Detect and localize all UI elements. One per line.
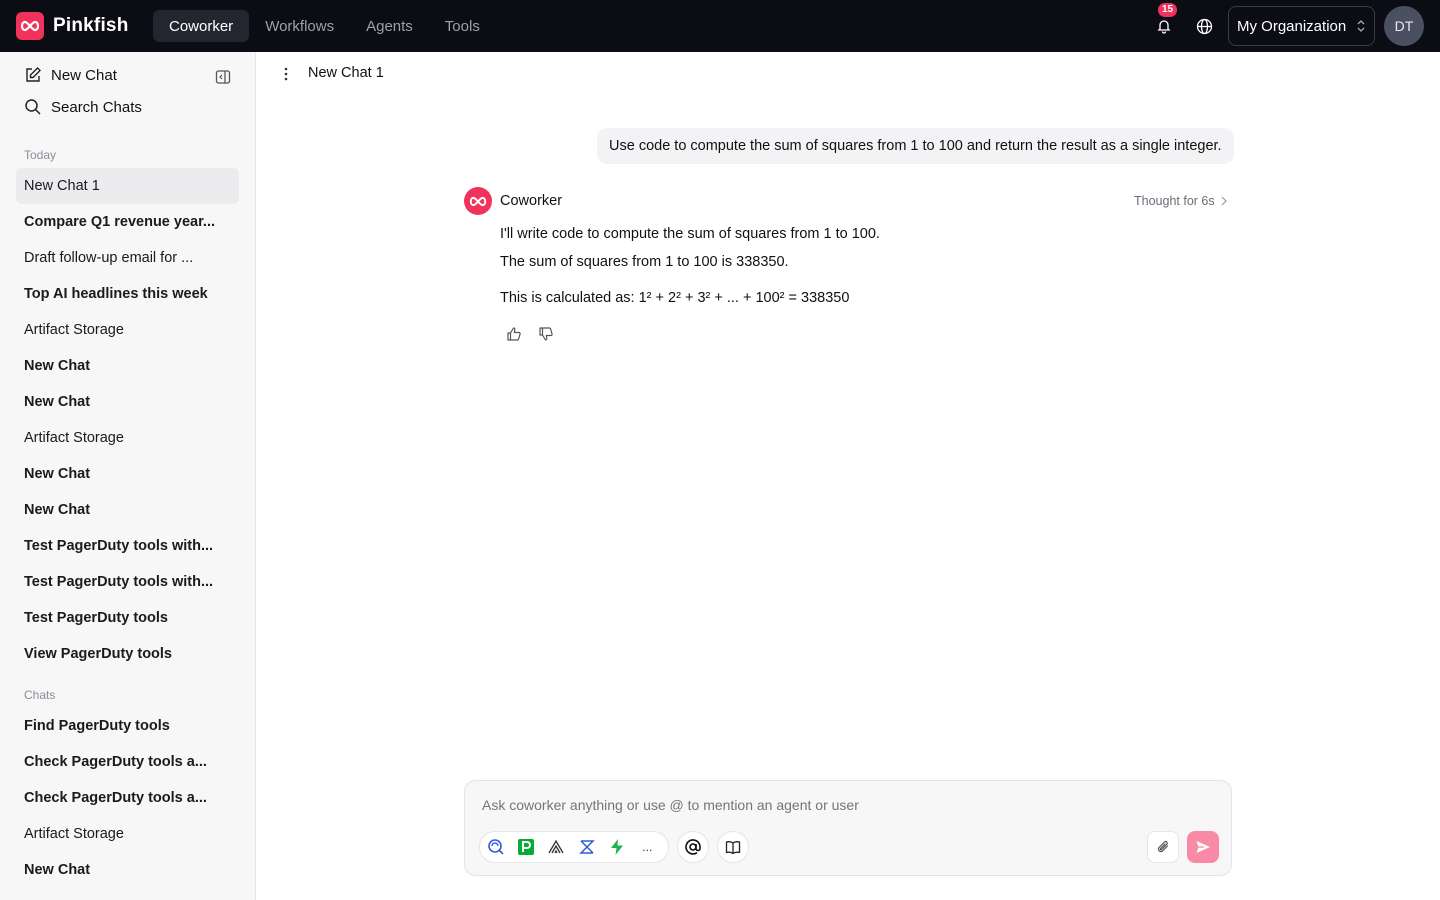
send-icon	[1196, 841, 1210, 853]
pagerduty-icon[interactable]	[516, 836, 535, 858]
new-chat-label: New Chat	[51, 66, 117, 84]
organization-selector[interactable]: My Organization	[1228, 6, 1375, 46]
language-button[interactable]	[1192, 14, 1216, 38]
search-chats-label: Search Chats	[51, 98, 142, 116]
mention-button[interactable]	[677, 831, 709, 863]
notification-count-badge: 15	[1158, 3, 1178, 17]
paperclip-icon	[1157, 840, 1169, 853]
send-button[interactable]	[1187, 831, 1219, 863]
sidebar-chat-item[interactable]: Draft follow-up email for ...	[16, 240, 239, 276]
chevron-right-icon	[1221, 196, 1227, 206]
coworker-avatar-icon	[464, 187, 492, 215]
new-chat-button[interactable]: New Chat	[24, 66, 117, 84]
sidebar-chat-item[interactable]: New Chat	[16, 348, 239, 384]
user-message: Use code to compute the sum of squares f…	[597, 128, 1234, 164]
assistant-message-line: This is calculated as: 1² + 2² + 3² + ..…	[500, 290, 850, 306]
book-icon	[725, 841, 741, 855]
notifications-button[interactable]: 15	[1152, 3, 1178, 38]
collapse-sidebar-button[interactable]	[214, 68, 232, 86]
top-nav-bar: Pinkfish Coworker Workflows Agents Tools…	[0, 0, 1440, 52]
sidebar-chat-item[interactable]: Find PagerDuty tools	[16, 708, 239, 744]
integration-tool-icon[interactable]	[577, 836, 596, 858]
sidebar-chat-item[interactable]: Artifact Storage	[16, 816, 239, 852]
chevron-up-down-icon	[1357, 20, 1365, 32]
tools-pill: ...	[479, 831, 669, 863]
sidebar-chat-item[interactable]: View PagerDuty tools	[16, 636, 239, 672]
globe-icon	[1196, 18, 1212, 34]
brand-name: Pinkfish	[53, 15, 129, 36]
thought-label: Thought for 6s	[1134, 194, 1215, 208]
thought-toggle[interactable]: Thought for 6s	[1134, 194, 1227, 208]
sidebar-chat-item[interactable]: Top AI headlines this week	[16, 276, 239, 312]
main-tabs: Coworker Workflows Agents Tools	[153, 10, 496, 42]
more-vertical-icon	[284, 67, 288, 81]
attach-file-button[interactable]	[1147, 831, 1179, 863]
sidebar-chat-item[interactable]: Compare Q1 revenue year...	[16, 204, 239, 240]
chats-section-label: Chats	[24, 688, 56, 702]
sidebar-chat-item[interactable]: New Chat	[16, 456, 239, 492]
organization-name: My Organization	[1237, 17, 1347, 35]
tab-agents[interactable]: Agents	[350, 10, 429, 42]
sidebar: New Chat Search Chats Today New Chat 1 Co…	[0, 52, 256, 900]
message-composer: ...	[464, 780, 1232, 876]
knowledge-button[interactable]	[717, 831, 749, 863]
sidebar-chat-item[interactable]: Artifact Storage	[16, 420, 239, 456]
sidebar-chat-item[interactable]: Test PagerDuty tools	[16, 600, 239, 636]
sidebar-chat-item[interactable]: Test PagerDuty tools with...	[16, 528, 239, 564]
lightning-icon[interactable]	[607, 836, 626, 858]
search-icon	[25, 99, 41, 115]
assistant-message-line: I'll write code to compute the sum of sq…	[500, 226, 880, 242]
sidebar-chat-item[interactable]: Check PagerDuty tools a...	[16, 780, 239, 816]
search-chats-button[interactable]: Search Chats	[24, 98, 142, 116]
sidebar-chat-item[interactable]: New Chat	[16, 492, 239, 528]
sidebar-chat-item[interactable]: Check PagerDuty tools a...	[16, 744, 239, 780]
chat-options-button[interactable]	[284, 66, 288, 82]
thumbs-up-icon	[507, 327, 521, 341]
at-sign-icon	[685, 839, 701, 855]
pinkfish-logo-icon	[16, 12, 44, 40]
sidebar-toggle-icon	[215, 70, 231, 84]
assistant-message-line: The sum of squares from 1 to 100 is 3383…	[500, 254, 789, 270]
today-section-label: Today	[24, 148, 57, 162]
thumbs-down-button[interactable]	[538, 326, 554, 342]
sidebar-chat-item[interactable]: New Chat 1	[16, 168, 239, 204]
assistant-name: Coworker	[500, 193, 563, 209]
bell-icon	[1157, 20, 1171, 34]
chat-title: New Chat 1	[308, 65, 384, 81]
thumbs-down-icon	[539, 327, 553, 341]
message-input[interactable]	[482, 797, 1182, 813]
sidebar-chat-item[interactable]: Test PagerDuty tools with...	[16, 564, 239, 600]
sidebar-chat-item[interactable]: New Chat	[16, 852, 239, 888]
sidebar-chat-item[interactable]: Artifact Storage	[16, 312, 239, 348]
user-avatar[interactable]: DT	[1384, 6, 1424, 46]
tab-workflows[interactable]: Workflows	[249, 10, 350, 42]
search-tool-icon[interactable]	[486, 836, 505, 858]
more-tools-button[interactable]: ...	[638, 836, 657, 858]
tab-tools[interactable]: Tools	[429, 10, 496, 42]
tab-coworker[interactable]: Coworker	[153, 10, 250, 42]
top-right-controls: 15 My Organization DT	[1152, 3, 1424, 46]
sidebar-chat-item[interactable]: New Chat	[16, 384, 239, 420]
brand[interactable]: Pinkfish	[16, 12, 153, 40]
thumbs-up-button[interactable]	[506, 326, 522, 342]
edit-icon	[26, 67, 41, 82]
analytics-tool-icon[interactable]	[547, 836, 566, 858]
